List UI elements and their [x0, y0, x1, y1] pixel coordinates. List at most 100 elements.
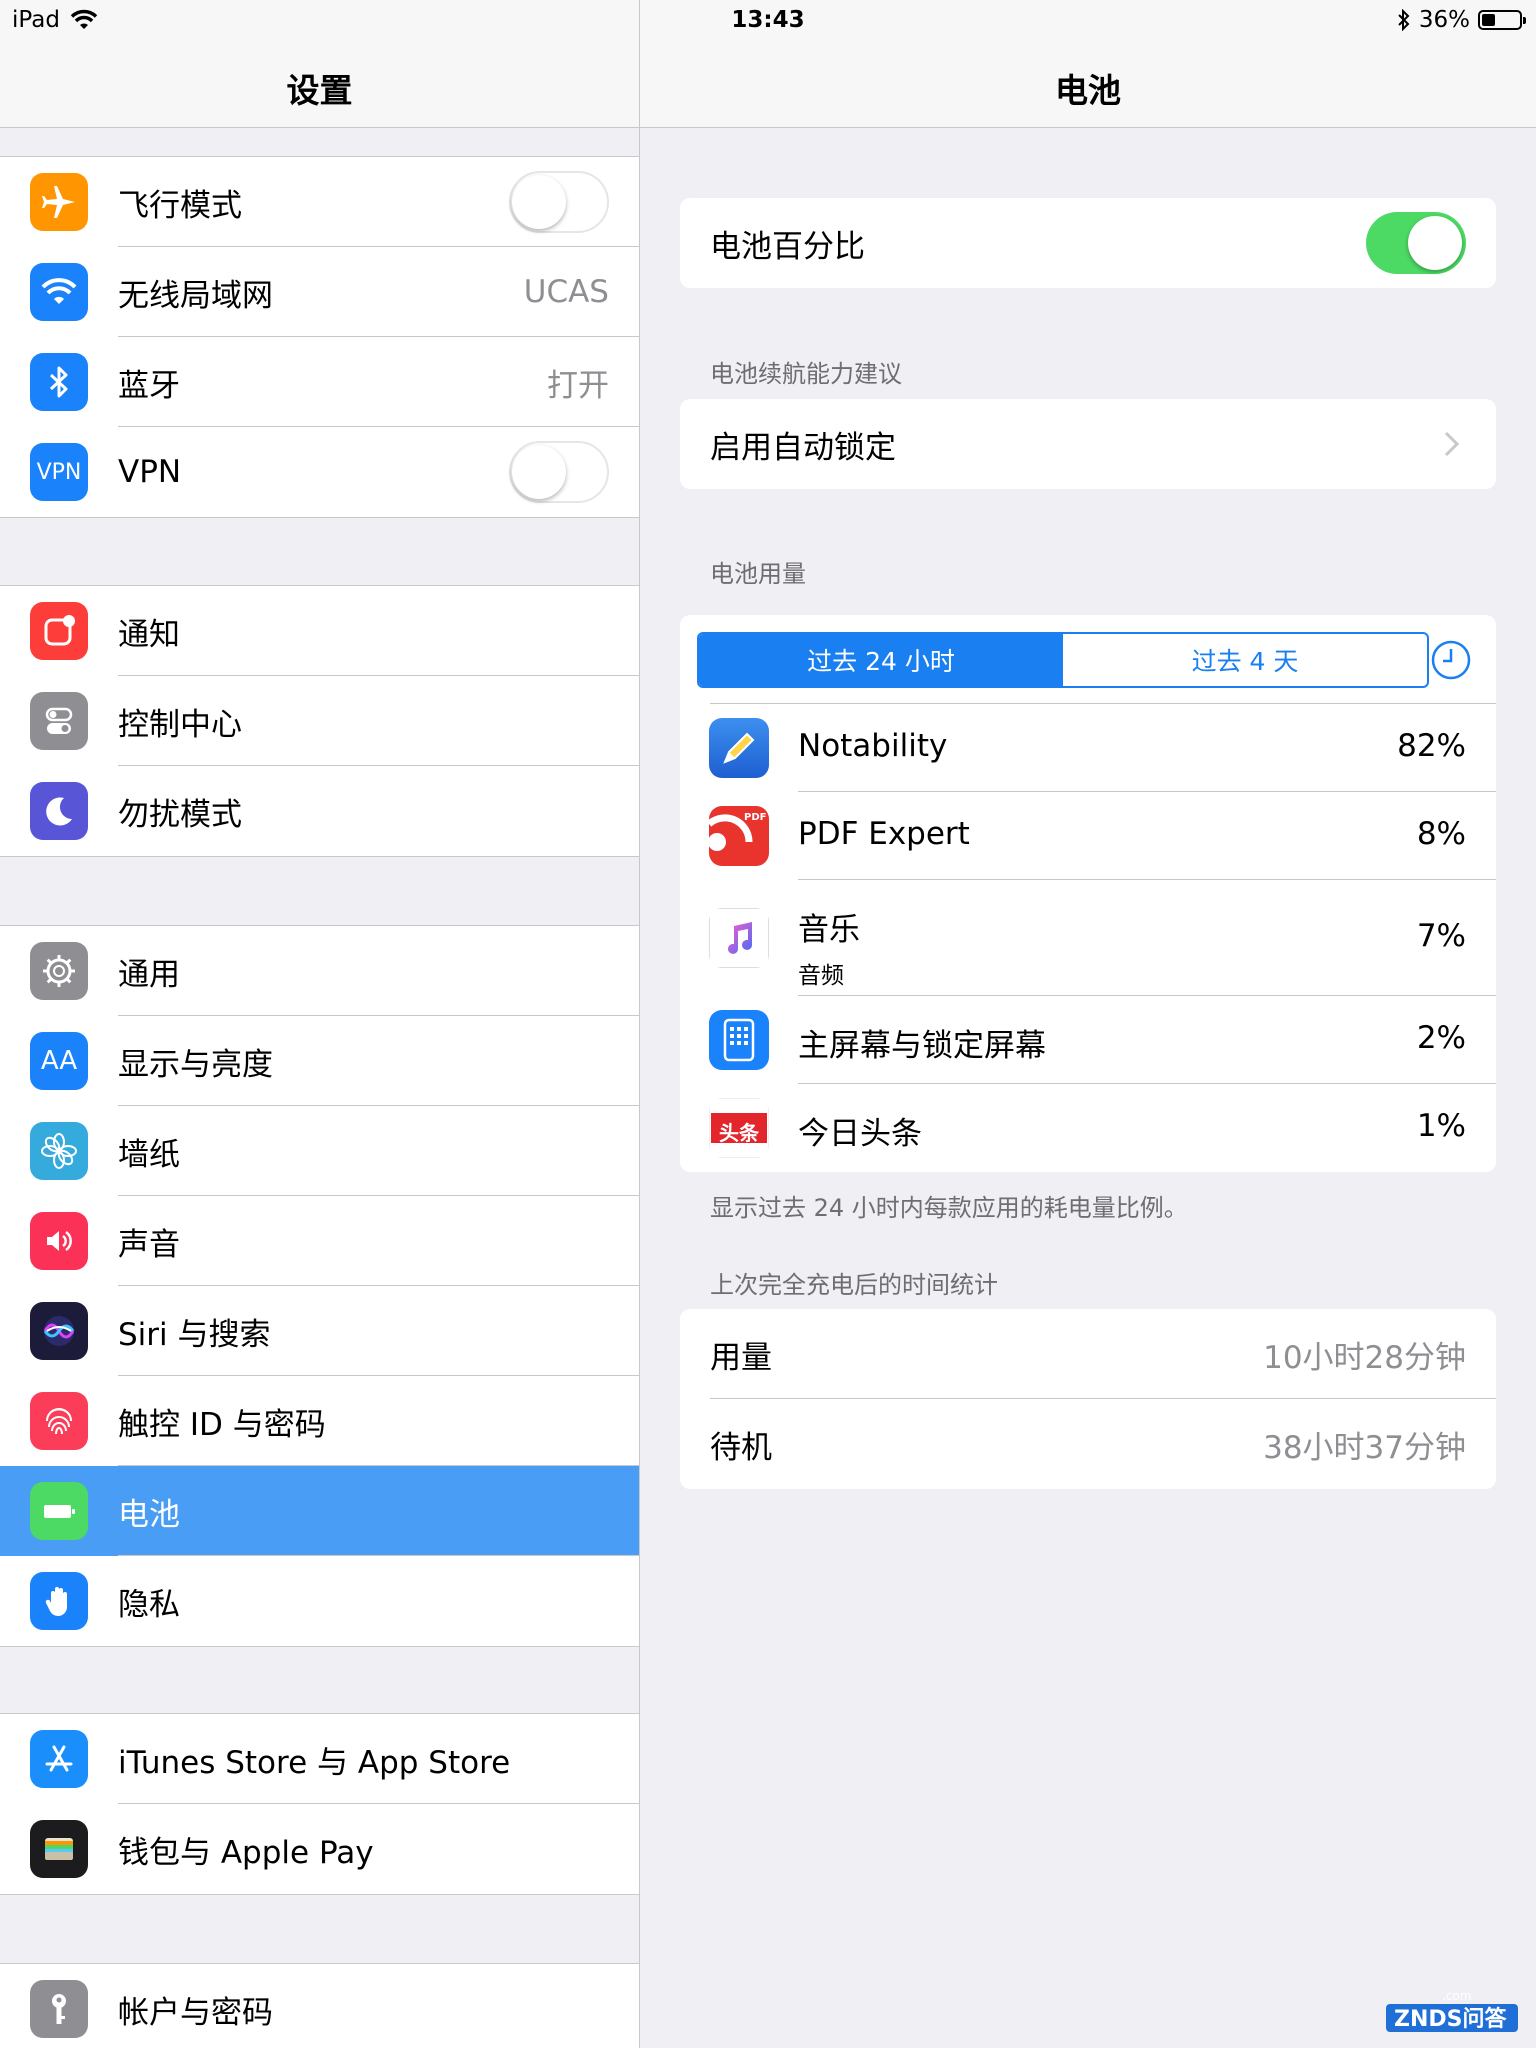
battery-percentage-toggle[interactable] — [1366, 212, 1466, 274]
sidebar-item-label: 帐户与密码 — [118, 1994, 273, 2031]
battery-percentage-card: 电池百分比 — [680, 198, 1496, 288]
app-name: PDF Expert — [798, 816, 970, 852]
music-icon — [709, 908, 769, 968]
clock-icon[interactable] — [1429, 638, 1473, 682]
stat-row-standby: 待机 38小时37分钟 — [680, 1399, 1496, 1489]
app-store-icon — [30, 1730, 88, 1788]
sidebar-item-wifi[interactable]: 无线局域网 UCAS — [0, 247, 639, 337]
sidebar-item-bluetooth[interactable]: 蓝牙 打开 — [0, 337, 639, 427]
sidebar-item-key[interactable]: 帐户与密码 — [0, 1964, 639, 2048]
app-usage-percent: 7% — [1416, 918, 1466, 954]
sidebar-item-notifications[interactable]: 通知 — [0, 586, 639, 676]
app-usage-row[interactable]: Notability 82% — [680, 704, 1496, 792]
sidebar-item-control-center[interactable]: 控制中心 — [0, 676, 639, 766]
sidebar-item-value: 打开 — [547, 367, 609, 404]
sidebar-item-label: 通用 — [118, 956, 180, 993]
moon-icon — [30, 782, 88, 840]
sidebar-item-label: 控制中心 — [118, 706, 242, 743]
notability-icon — [709, 718, 769, 778]
wallpaper-flower-icon — [30, 1122, 88, 1180]
sidebar-item-label: 墙纸 — [118, 1136, 180, 1173]
battery-icon — [30, 1482, 88, 1540]
sidebar-item-vpn[interactable]: VPN VPN — [0, 427, 639, 517]
status-bar: iPad 13:43 36% — [0, 0, 1536, 40]
since-charge-card: 用量 10小时28分钟 待机 38小时37分钟 — [680, 1309, 1496, 1489]
stat-label: 用量 — [710, 1339, 772, 1376]
app-usage-percent: 1% — [1416, 1108, 1466, 1144]
sidebar-item-speaker[interactable]: 声音 — [0, 1196, 639, 1286]
sidebar-item-battery[interactable]: 电池 — [0, 1466, 639, 1556]
sidebar-item-toggle[interactable] — [509, 441, 609, 503]
battery-percent: 36% — [1418, 7, 1470, 33]
stat-label: 待机 — [710, 1429, 772, 1466]
sidebar-item-gear[interactable]: 通用 — [0, 926, 639, 1016]
segment-4-days[interactable]: 过去 4 天 — [1063, 634, 1427, 686]
sidebar-item-fingerprint[interactable]: 触控 ID 与密码 — [0, 1376, 639, 1466]
app-icon-badge: PDF — [744, 812, 767, 823]
app-usage-percent: 8% — [1416, 816, 1466, 852]
stat-value: 10小时28分钟 — [1263, 1339, 1466, 1376]
settings-sidebar: 设置 飞行模式 无线局域网 UCAS 蓝牙 打开 VPN VPN 通知控制中心勿扰模式通用 AA… — [0, 0, 640, 2048]
app-name: 主屏幕与锁定屏幕 — [798, 1028, 1046, 1064]
sidebar-item-label: VPN — [118, 454, 182, 490]
app-usage-row[interactable]: PDF PDF Expert 8% — [680, 792, 1496, 880]
airplane-icon — [30, 173, 88, 231]
sidebar-item-label: 钱包与 Apple Pay — [118, 1834, 374, 1871]
sidebar-item-wallet[interactable]: 钱包与 Apple Pay — [0, 1804, 639, 1894]
sidebar-item-siri[interactable]: Siri 与搜索 — [0, 1286, 639, 1376]
app-name: 音乐 — [798, 912, 860, 948]
battery-status-icon — [1478, 10, 1526, 30]
sidebar-item-wallpaper-flower[interactable]: 墙纸 — [0, 1106, 639, 1196]
app-usage-row[interactable]: 音乐音频 7% — [680, 880, 1496, 996]
app-name: 今日头条 — [798, 1116, 922, 1152]
usage-period-selector: 过去 24 小时 过去 4 天 — [697, 632, 1429, 688]
icon-text: AA — [40, 1046, 78, 1076]
watermark-small: .com — [1442, 1989, 1471, 2003]
app-subtitle: 音频 — [798, 963, 844, 989]
sidebar-item-toggle[interactable] — [509, 171, 609, 233]
sidebar-item-value: UCAS — [523, 274, 609, 310]
app-usage-list: Notability 82% PDF PDF Expert 8% 音乐音频 7% 主屏幕与锁定… — [680, 704, 1496, 1172]
sidebar-item-airplane[interactable]: 飞行模式 — [0, 157, 639, 247]
fingerprint-icon — [30, 1392, 88, 1450]
status-time: 13:43 — [731, 7, 805, 33]
suggestions-header: 电池续航能力建议 — [710, 360, 902, 388]
znds-watermark-logo: ZNDS问答 .com — [1386, 1989, 1518, 2032]
chevron-right-icon — [1444, 431, 1460, 457]
sidebar-item-app-store[interactable]: iTunes Store 与 App Store — [0, 1714, 639, 1804]
app-name: Notability — [798, 728, 948, 764]
segment-24-hours[interactable]: 过去 24 小时 — [699, 634, 1063, 686]
bluetooth-status-icon — [1398, 9, 1410, 31]
sidebar-item-display-brightness[interactable]: AA 显示与亮度 — [0, 1016, 639, 1106]
sidebar-item-label: Siri 与搜索 — [118, 1316, 271, 1353]
app-usage-row[interactable]: 头条 今日头条 1% — [680, 1084, 1496, 1172]
sidebar-item-label: 触控 ID 与密码 — [118, 1406, 326, 1443]
watermark-text: ZNDS问答 — [1394, 2006, 1507, 2032]
settings-title: 设置 — [286, 71, 353, 110]
hand-icon — [30, 1572, 88, 1630]
control-center-icon — [30, 692, 88, 750]
sidebar-item-label: 通知 — [118, 616, 180, 653]
gear-icon — [30, 942, 88, 1000]
app-usage-percent: 82% — [1397, 728, 1466, 764]
sidebar-item-label: iTunes Store 与 App Store — [118, 1744, 511, 1781]
sidebar-item-moon[interactable]: 勿扰模式 — [0, 766, 639, 856]
sidebar-item-label: 蓝牙 — [118, 367, 180, 404]
sidebar-item-hand[interactable]: 隐私 — [0, 1556, 639, 1646]
vpn-icon: VPN — [30, 443, 88, 501]
app-usage-percent: 2% — [1416, 1020, 1466, 1056]
auto-lock-row[interactable]: 启用自动锁定 — [680, 399, 1496, 489]
settings-group: iTunes Store 与 App Store 钱包与 Apple Pay — [0, 1713, 639, 1895]
home-lock-screen-icon — [709, 1010, 769, 1070]
battery-title: 电池 — [1055, 71, 1121, 110]
app-usage-row[interactable]: 主屏幕与锁定屏幕 2% — [680, 996, 1496, 1084]
key-icon — [30, 1980, 88, 2038]
sidebar-item-label: 勿扰模式 — [118, 796, 242, 833]
usage-footer: 显示过去 24 小时内每款应用的耗电量比例。 — [710, 1194, 1188, 1222]
battery-percentage-row: 电池百分比 — [680, 198, 1496, 288]
auto-lock-label: 启用自动锁定 — [710, 429, 896, 466]
settings-group: 帐户与密码 — [0, 1963, 639, 2048]
battery-status-fill — [1482, 14, 1495, 26]
battery-detail-pane: 电池 电池百分比 电池续航能力建议 启用自动锁定 电池用量 Notability… — [640, 0, 1536, 2048]
sidebar-item-label: 电池 — [118, 1496, 180, 1533]
